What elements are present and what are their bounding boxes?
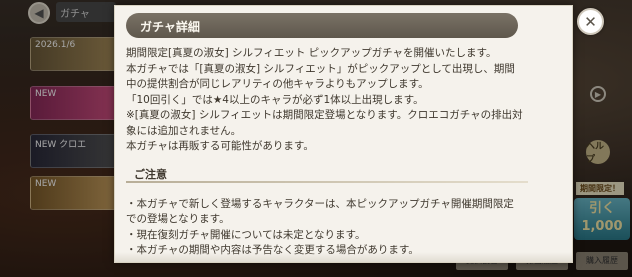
notice-section-header: ご注意 bbox=[126, 167, 560, 185]
scroll-fade bbox=[115, 252, 572, 262]
notice-line: ・現在復刻ガチャ開催については未定となります。 bbox=[126, 228, 366, 241]
notice-line: での登場となります。 bbox=[126, 213, 230, 225]
section-divider bbox=[126, 180, 528, 183]
description-line: 期間限定[真夏の淑女] シルフィエット ピックアップガチャを開催いたします。 bbox=[126, 47, 497, 59]
description-line: 「10回引く」では★4以上のキャラが必ず1体以上出現します。 bbox=[126, 93, 424, 106]
description-line: 象には追加されません。 bbox=[126, 124, 242, 137]
gacha-details-dialog: ガチャ詳細 期間限定[真夏の淑女] シルフィエット ピックアップガチャを開催いた… bbox=[114, 5, 573, 263]
dialog-title-bar: ガチャ詳細 bbox=[126, 13, 518, 38]
description-line: ※[真夏の淑女] シルフィエットは期間限定登場となります。クロエコガチャの排出対 bbox=[126, 109, 523, 121]
close-icon: ✕ bbox=[584, 12, 597, 31]
description-line: 中の提供割合が同じレアリティの他キャラよりもアップします。 bbox=[126, 78, 429, 90]
close-button[interactable]: ✕ bbox=[577, 8, 604, 35]
description-line: 本ガチャは再販する可能性があります。 bbox=[126, 140, 314, 152]
description-line: 本ガチャでは「[真夏の淑女] シルフィエット」がピックアップとして出現し、期間 bbox=[126, 62, 515, 75]
dialog-body[interactable]: 期間限定[真夏の淑女] シルフィエット ピックアップガチャを開催いたします。 本… bbox=[126, 46, 560, 262]
notice-line: ・本ガチャで新しく登場するキャラクターは、本ピックアップガチャ開催期間限定 bbox=[126, 197, 514, 210]
dialog-title: ガチャ詳細 bbox=[140, 20, 200, 34]
